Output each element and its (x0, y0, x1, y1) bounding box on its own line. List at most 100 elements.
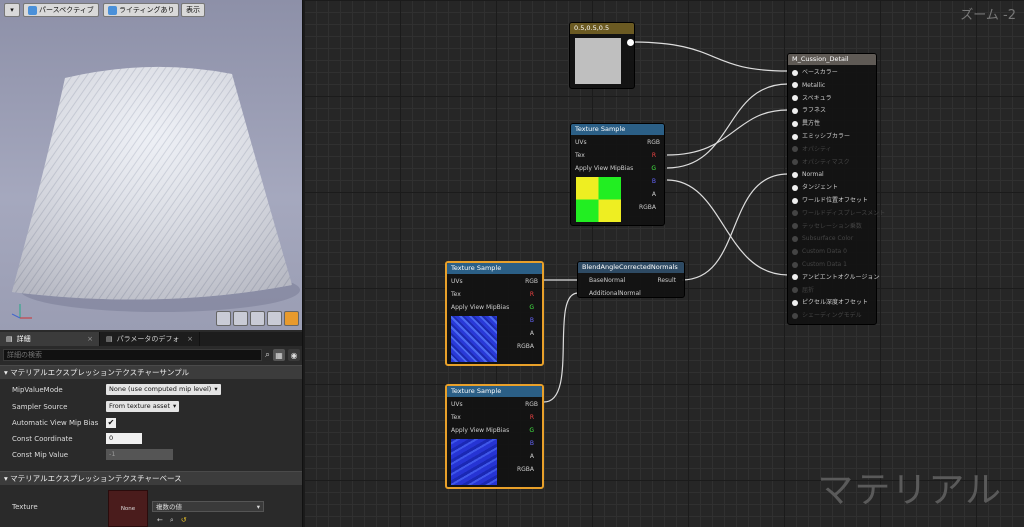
close-icon[interactable]: × (87, 332, 93, 346)
input-pin-icon[interactable] (792, 120, 798, 127)
constant-color-swatch (575, 38, 621, 84)
mask-texture-preview (576, 177, 621, 222)
details-search-row: ⌕ ▦ ◉ (0, 347, 302, 363)
detail-normal-texture-preview (451, 439, 497, 485)
input-pin-icon[interactable] (792, 274, 798, 281)
lighting-label: ライティングあり (119, 6, 175, 14)
texture-asset-dropdown[interactable]: 複数の値 ▾ (152, 501, 264, 512)
const-coordinate-input[interactable]: 0 (106, 433, 142, 444)
material-pin: Subsurface Color (802, 235, 854, 243)
material-pin[interactable]: ワールド位置オフセット (802, 196, 868, 205)
input-pin-icon (792, 312, 798, 319)
constant-vector-node[interactable]: 0.5,0.5,0.5 (569, 22, 635, 89)
texture-sample-title: Texture Sample (447, 263, 542, 274)
show-button[interactable]: 表示 (181, 3, 205, 17)
material-pin[interactable]: ラフネス (802, 106, 826, 115)
show-label: 表示 (186, 6, 200, 14)
material-pin[interactable]: 異方性 (802, 119, 820, 128)
preview-shape-toolbar (216, 311, 299, 326)
perspective-button[interactable]: パースペクティブ (23, 3, 99, 17)
input-pin-icon[interactable] (792, 184, 798, 191)
texture-sample-title: Texture Sample (447, 386, 542, 397)
prop-const-mip-value: Const Mip Value -1 (0, 447, 302, 462)
texture-sample-title: Texture Sample (571, 124, 664, 135)
details-icon: ▤ (6, 335, 13, 343)
texture-sample-node-normal-1[interactable]: Texture Sample UVs Tex Apply View MipBia… (445, 261, 544, 366)
input-pin-icon[interactable] (792, 107, 798, 114)
close-icon[interactable]: × (187, 332, 193, 346)
tab-details[interactable]: ▤ 詳細 × (0, 332, 100, 346)
texture-thumbnail[interactable]: None (108, 490, 148, 527)
input-pin-icon (792, 146, 798, 153)
material-node-title: M_Cussion_Detail (788, 54, 876, 65)
material-preview-viewport[interactable]: ▾ パースペクティブ ライティングあり 表示 (0, 0, 302, 330)
material-pin: ワールドディスプレースメント (802, 209, 886, 217)
material-pin[interactable]: エミッシブカラー (802, 132, 850, 141)
automatic-view-mip-bias-checkbox[interactable]: ✔ (106, 417, 116, 428)
cushion-preview (11, 66, 300, 319)
material-pin[interactable]: Normal (802, 170, 824, 179)
section-texture-sample[interactable]: ▾ マテリアルエクスプレッションテクスチャーサンプル (0, 365, 302, 379)
input-pin-icon (792, 248, 798, 255)
output-pin-icon[interactable] (627, 39, 634, 46)
use-selected-arrow-icon[interactable]: ← (157, 516, 163, 525)
texture-sample-node-normal-2[interactable]: Texture Sample UVs Tex Apply View MipBia… (445, 384, 544, 489)
grid-view-icon[interactable]: ▦ (273, 349, 285, 361)
input-pin-icon (792, 210, 798, 217)
material-pin: オパシティマスク (802, 158, 850, 166)
details-search-input[interactable] (3, 349, 262, 361)
blend-node-title: BlendAngleCorrectedNormals (578, 262, 684, 273)
viewport-menu-button[interactable]: ▾ (4, 3, 20, 17)
input-pin-icon[interactable] (792, 69, 798, 76)
input-pin-icon[interactable] (792, 82, 798, 89)
lit-sphere-icon (108, 5, 117, 15)
input-pin-icon[interactable] (792, 299, 798, 306)
texture-sample-node-mask[interactable]: Texture Sample UVs Tex Apply View MipBia… (570, 123, 665, 226)
material-pin[interactable]: アンビエントオクルージョン (802, 273, 879, 282)
material-pin[interactable]: ピクセル深度オフセット (802, 298, 868, 307)
material-pin[interactable]: ベースカラー (802, 68, 838, 77)
material-pin[interactable]: Metallic (802, 81, 825, 90)
parameter-icon: ▤ (106, 335, 113, 343)
sphere-shape-icon[interactable] (233, 311, 248, 326)
sampler-source-dropdown[interactable]: From texture asset ▾ (106, 401, 180, 412)
input-pin-icon[interactable] (792, 133, 798, 140)
section-texture-base[interactable]: ▾ マテリアルエクスプレッションテクスチャーベース (0, 471, 302, 485)
search-icon: ⌕ (264, 350, 270, 360)
input-pin-icon[interactable] (792, 197, 798, 204)
cube-shape-icon[interactable] (267, 311, 282, 326)
material-pin[interactable]: タンジェント (802, 183, 838, 192)
perspective-label: パースペクティブ (39, 6, 94, 14)
input-pin-icon (792, 159, 798, 166)
chevron-down-icon: ▾ (173, 402, 177, 410)
input-pin-icon (792, 287, 798, 294)
material-graph-canvas[interactable]: ズーム -2 マテリアル 0.5,0.5,0.5 Texture Sample … (304, 0, 1024, 527)
material-pin: オパシティ (802, 145, 832, 153)
cylinder-shape-icon[interactable] (216, 311, 231, 326)
prop-const-coordinate: Const Coordinate 0 (0, 431, 302, 446)
plane-shape-icon[interactable] (250, 311, 265, 326)
prop-texture: Texture None 複数の値 ▾ ← ⌕ ↺ (0, 487, 302, 527)
chevron-down-icon: ▾ (256, 503, 260, 511)
prop-automatic-view-mip-bias: Automatic View Mip Bias ✔ (12, 417, 116, 428)
input-pin-icon[interactable] (792, 95, 798, 102)
prop-mip-value-mode: MipValueMode None (use computed mip leve… (0, 382, 302, 397)
cube-icon (28, 5, 37, 15)
normal-texture-preview (451, 316, 497, 362)
lighting-button[interactable]: ライティングあり (103, 3, 180, 17)
blend-angle-corrected-normals-node[interactable]: BlendAngleCorrectedNormals BaseNormal Ad… (577, 261, 685, 298)
input-pin-icon (792, 235, 798, 242)
const-mip-value-input: -1 (106, 449, 173, 460)
browse-search-icon[interactable]: ⌕ (170, 516, 174, 525)
reset-icon[interactable]: ↺ (181, 516, 187, 525)
tab-parameter-defaults[interactable]: ▤ パラメータのデフォ × (100, 332, 200, 346)
eye-icon[interactable]: ◉ (288, 349, 300, 361)
material-pin[interactable]: スペキュラ (802, 94, 832, 103)
material-pin: Custom Data 0 (802, 248, 847, 256)
material-pin: Custom Data 1 (802, 261, 847, 268)
mip-value-mode-dropdown[interactable]: None (use computed mip level) ▾ (106, 384, 221, 395)
material-result-node[interactable]: M_Cussion_Detail ベースカラー Metallic スペキュララフネス… (787, 53, 885, 325)
input-pin-icon[interactable] (792, 171, 798, 178)
custom-mesh-icon[interactable] (284, 311, 299, 326)
prop-sampler-source: Sampler Source From texture asset ▾ (0, 399, 302, 414)
